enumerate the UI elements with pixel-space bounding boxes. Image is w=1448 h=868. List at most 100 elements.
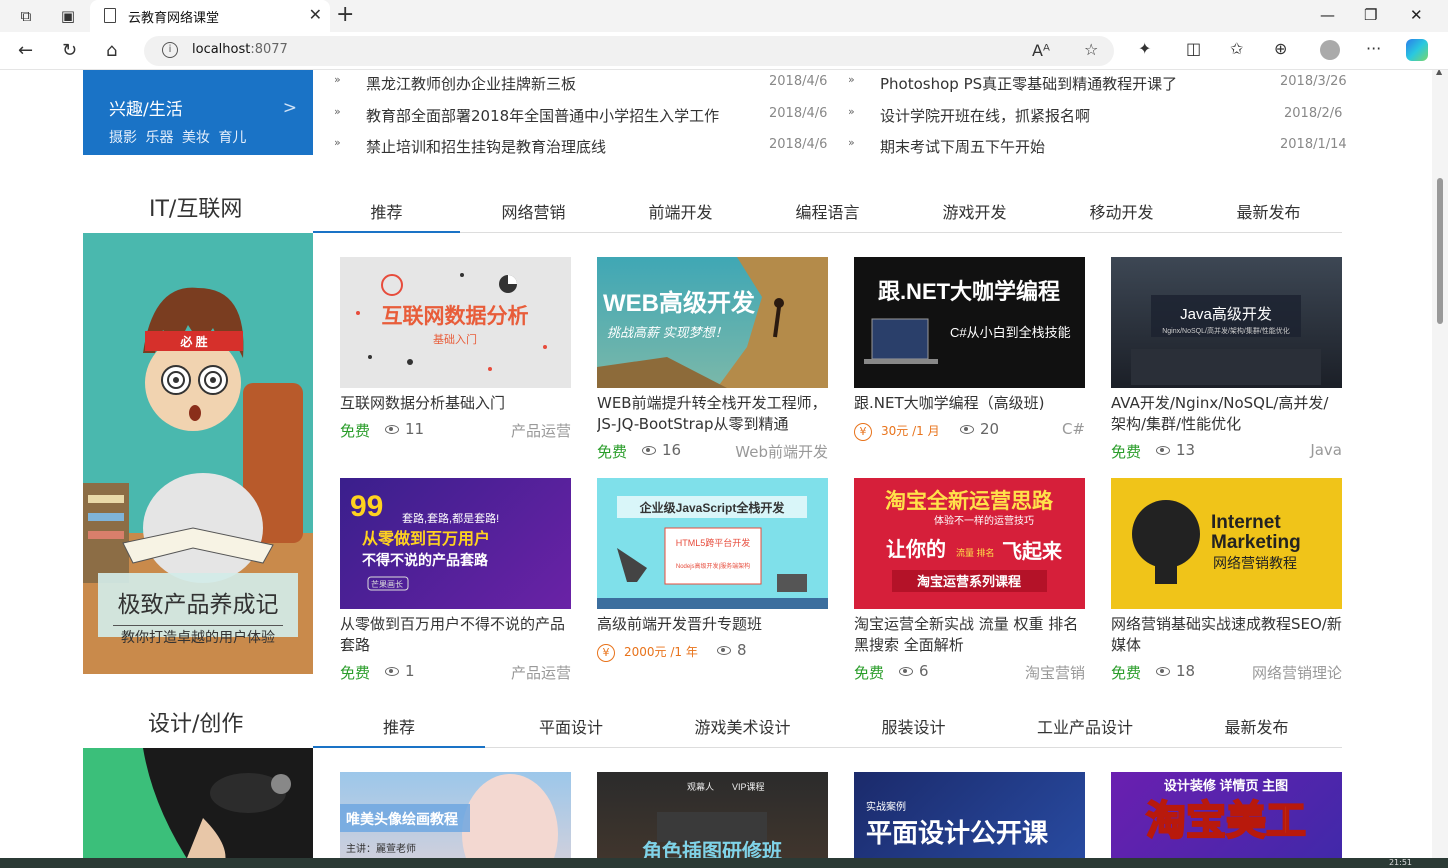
price-label: ¥2000元 /1 年 bbox=[597, 643, 698, 662]
thumb-subtitle: 基础入门 bbox=[433, 332, 477, 346]
interest-category-box[interactable]: 兴趣/生活 > 摄影 乐器 美妆 育儿 bbox=[83, 70, 313, 155]
course-title[interactable]: 从零做到百万用户不得不说的产品套路 bbox=[340, 614, 571, 656]
course-title[interactable]: 高级前端开发晋升专题班 bbox=[597, 614, 828, 635]
url-field[interactable]: i localhost:8077 Aᴬ ☆ bbox=[144, 36, 1114, 66]
product-routine-graphic: 99 套路,套路,都是套路! 从零做到百万用户 不得不说的产品套路 芒果画长 bbox=[350, 490, 499, 591]
collections-icon[interactable]: ⊕ bbox=[1274, 39, 1287, 58]
course-meta: 免费 16 Web前端开发 bbox=[597, 441, 828, 463]
browser-tab[interactable]: 云教育网络课堂 ✕ bbox=[90, 0, 330, 32]
close-window-icon[interactable]: ✕ bbox=[1410, 6, 1423, 24]
profile-avatar[interactable] bbox=[1320, 40, 1340, 60]
course-title[interactable]: AVA开发/Nginx/NoSQL/高并发/架构/集群/性能优化 bbox=[1111, 393, 1342, 435]
course-category[interactable]: Web前端开发 bbox=[735, 441, 828, 462]
url-text: localhost:8077 bbox=[192, 42, 288, 57]
tab-industrial-design[interactable]: 工业产品设计 bbox=[999, 713, 1171, 748]
copilot-icon[interactable] bbox=[1406, 39, 1428, 61]
new-tab-icon[interactable]: + bbox=[336, 2, 354, 27]
tab-programming[interactable]: 编程语言 bbox=[754, 198, 901, 233]
news-date: 2018/3/26 bbox=[1280, 74, 1347, 89]
bullet-icon: » bbox=[334, 136, 341, 149]
address-bar-row: ← ↻ ⌂ i localhost:8077 Aᴬ ☆ ✦ ◫ ✩ ⊕ ··· bbox=[0, 32, 1448, 70]
thumb-subtitle: Marketing bbox=[1211, 532, 1301, 553]
news-title[interactable]: 禁止培训和招生挂钩是教育治理底线 bbox=[366, 136, 606, 157]
read-aloud-icon[interactable]: Aᴬ bbox=[1032, 41, 1050, 60]
bullet-icon: » bbox=[848, 136, 855, 149]
course-category[interactable]: 产品运营 bbox=[511, 420, 571, 441]
course-thumbnail[interactable]: WEB高级开发 挑战高薪 实现梦想！ bbox=[597, 257, 828, 388]
course-thumbnail[interactable]: 互联网数据分析 基础入门 bbox=[340, 257, 571, 388]
course-category[interactable]: 淘宝营销 bbox=[1025, 662, 1085, 683]
thumb-title: 淘宝美工 bbox=[1146, 799, 1306, 843]
course-title[interactable]: 网络营销基础实战速成教程SEO/新媒体 bbox=[1111, 614, 1342, 656]
minimize-icon[interactable]: — bbox=[1320, 6, 1335, 24]
extensions-icon[interactable]: ✦ bbox=[1138, 39, 1151, 58]
vertical-scrollbar[interactable]: ▲ bbox=[1432, 70, 1448, 858]
tab-latest[interactable]: 最新发布 bbox=[1195, 198, 1342, 233]
tab-frontend[interactable]: 前端开发 bbox=[607, 198, 754, 233]
bullet-icon: » bbox=[848, 105, 855, 118]
more-menu-icon[interactable]: ··· bbox=[1366, 39, 1381, 58]
tab-latest[interactable]: 最新发布 bbox=[1171, 713, 1342, 748]
back-icon[interactable]: ← bbox=[18, 40, 33, 61]
course-title[interactable]: 淘宝运营全新实战 流量 权重 排名 黑搜索 全面解析 bbox=[854, 614, 1085, 656]
course-thumbnail[interactable]: 观幕人 VIP课程 角色插图研修班 bbox=[597, 772, 828, 868]
course-thumbnail[interactable]: 唯美头像绘画教程 主讲：麗萱老师 bbox=[340, 772, 571, 868]
interest-subcategories[interactable]: 摄影 乐器 美妆 育儿 bbox=[109, 127, 246, 147]
course-title[interactable]: 互联网数据分析基础入门 bbox=[340, 393, 571, 414]
course-title[interactable]: 跟.NET大咖学编程（高级班) bbox=[854, 393, 1085, 414]
course-thumbnail[interactable]: Internet Marketing 网络营销教程 bbox=[1111, 478, 1342, 609]
section-title-design: 设计/创作 bbox=[148, 712, 244, 737]
vertical-tabs-icon[interactable]: ▣ bbox=[57, 5, 79, 27]
course-thumbnail[interactable]: Java高级开发 Nginx/NoSQL/高并发/架构/集群/性能优化 bbox=[1111, 257, 1342, 388]
design-banner[interactable] bbox=[83, 748, 313, 868]
course-meta: ¥2000元 /1 年 8 bbox=[597, 641, 828, 663]
split-screen-icon[interactable]: ◫ bbox=[1186, 39, 1201, 58]
news-title[interactable]: 期末考试下周五下午开始 bbox=[880, 136, 1045, 157]
close-tab-icon[interactable]: ✕ bbox=[309, 5, 322, 24]
thumb-subtitle: Nginx/NoSQL/高并发/架构/集群/性能优化 bbox=[1162, 326, 1290, 335]
course-thumbnail[interactable]: 实战案例 平面设计公开课 bbox=[854, 772, 1085, 868]
tab-fashion-design[interactable]: 服装设计 bbox=[828, 713, 999, 748]
course-thumbnail[interactable]: 淘宝全新运营思路 体验不一样的运营技巧 让你的 流量 排名 飞起来 淘宝运营系列… bbox=[854, 478, 1085, 609]
course-thumbnail[interactable]: 99 套路,套路,都是套路! 从零做到百万用户 不得不说的产品套路 芒果画长 bbox=[340, 478, 571, 609]
news-date: 2018/1/14 bbox=[1280, 137, 1347, 152]
tab-mobile-dev[interactable]: 移动开发 bbox=[1048, 198, 1195, 233]
course-category[interactable]: 产品运营 bbox=[511, 662, 571, 683]
tab-game-dev[interactable]: 游戏开发 bbox=[901, 198, 1048, 233]
scroll-up-icon[interactable]: ▲ bbox=[1436, 70, 1442, 76]
course-title[interactable]: WEB前端提升转全栈开发工程师，JS-JQ-BootStrap从零到精通 bbox=[597, 393, 828, 435]
news-title[interactable]: 设计学院开班在线，抓紧报名啊 bbox=[880, 105, 1090, 126]
news-title[interactable]: 黑龙江教师创办企业挂牌新三板 bbox=[366, 73, 576, 94]
course-thumbnail[interactable]: 设计装修 详情页 主图 淘宝美工 bbox=[1111, 772, 1342, 868]
eye-icon bbox=[1156, 446, 1170, 455]
price-label: 免费 bbox=[597, 443, 628, 461]
course-thumbnail[interactable]: 跟.NET大咖学编程 C#从小白到全栈技能 bbox=[854, 257, 1085, 388]
favorites-icon[interactable]: ✩ bbox=[1230, 39, 1243, 58]
tab-recommend[interactable]: 推荐 bbox=[313, 198, 460, 233]
tab-network-marketing[interactable]: 网络营销 bbox=[460, 198, 607, 233]
restore-icon[interactable]: ❐ bbox=[1364, 6, 1377, 24]
news-title[interactable]: 教育部全面部署2018年全国普通中小学招生入学工作 bbox=[366, 105, 719, 126]
course-thumbnail[interactable]: 企业级JavaScript全栈开发 HTML5跨平台开发 Nodejs高级开发|… bbox=[597, 478, 828, 609]
course-category[interactable]: 网络营销理论 bbox=[1252, 662, 1342, 683]
thumb-title: WEB高级开发 bbox=[603, 289, 755, 317]
eye-icon bbox=[385, 667, 399, 676]
scrollbar-thumb[interactable] bbox=[1437, 178, 1443, 324]
tab-graphic-design[interactable]: 平面设计 bbox=[485, 713, 657, 748]
refresh-icon[interactable]: ↻ bbox=[62, 40, 77, 61]
thumb-line-2: 飞起来 bbox=[1002, 539, 1063, 563]
news-title[interactable]: Photoshop PS真正零基础到精通教程开课了 bbox=[880, 73, 1177, 94]
home-icon[interactable]: ⌂ bbox=[106, 40, 117, 61]
it-banner[interactable]: 必 胜 极致产品养成记 教你打造卓越的用户体验 bbox=[83, 233, 313, 674]
course-meta: ¥30元 /1 月 20 C# bbox=[854, 420, 1085, 442]
tab-recommend[interactable]: 推荐 bbox=[313, 713, 485, 748]
course-category[interactable]: Java bbox=[1310, 441, 1342, 459]
thumb-line-1: 让你的 bbox=[886, 537, 946, 561]
tab-game-art[interactable]: 游戏美术设计 bbox=[657, 713, 828, 748]
course-category[interactable]: C# bbox=[1062, 420, 1085, 438]
eye-icon bbox=[642, 446, 656, 455]
workspaces-icon[interactable]: ⧉ bbox=[15, 5, 37, 27]
favorite-star-icon[interactable]: ☆ bbox=[1084, 40, 1098, 59]
price-label: ¥30元 /1 月 bbox=[854, 422, 940, 441]
info-icon[interactable]: i bbox=[162, 42, 178, 58]
